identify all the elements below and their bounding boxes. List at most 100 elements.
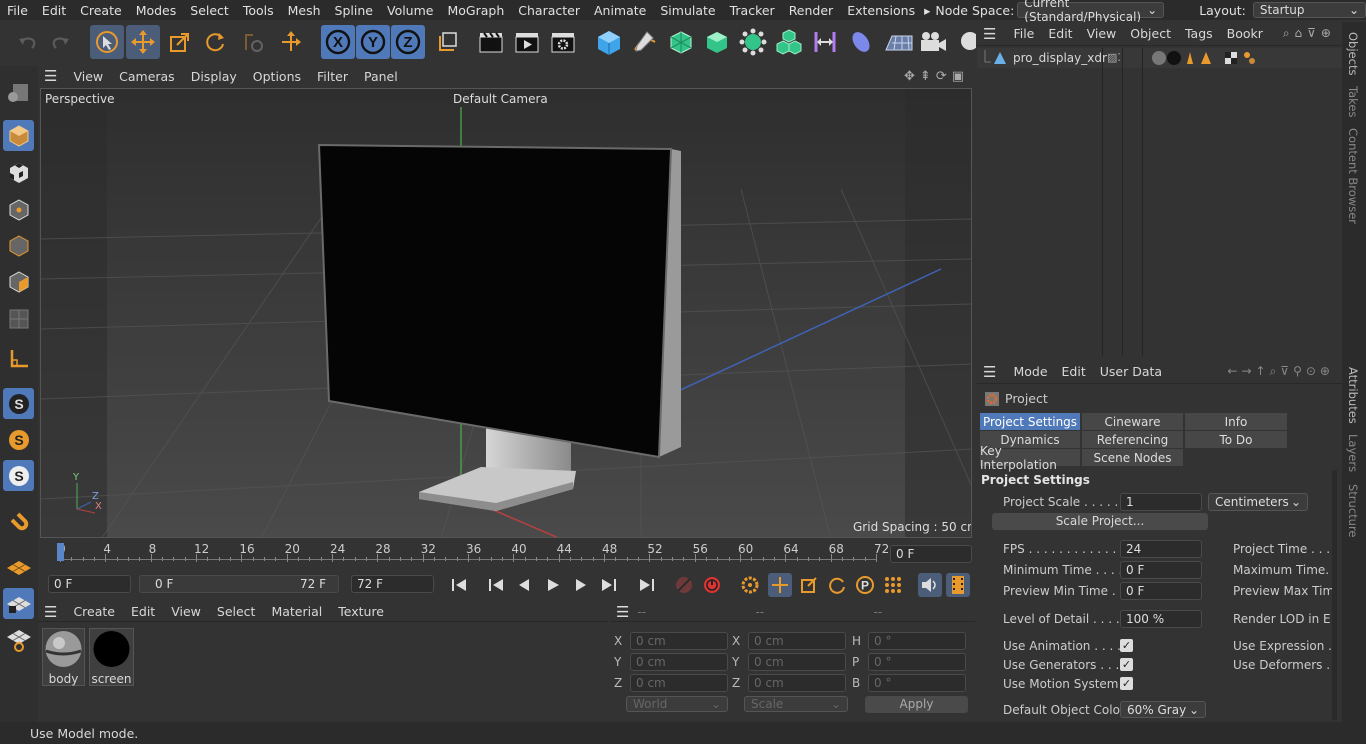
material-menu-view[interactable]: View	[163, 604, 209, 619]
polygon-mode-button[interactable]	[3, 266, 34, 297]
select-tool-button[interactable]	[90, 25, 124, 59]
use-generators-checkbox[interactable]: ✓	[1120, 658, 1133, 671]
light-button[interactable]	[952, 25, 976, 59]
goto-end-button[interactable]	[635, 573, 659, 597]
world-dropdown[interactable]: World ⌄	[626, 696, 728, 712]
record-disabled-button[interactable]	[672, 573, 696, 597]
viewport-nav-icons[interactable]: ✥⇞⟳▣	[904, 69, 975, 84]
menu-animate[interactable]: Animate	[587, 3, 653, 18]
coord-value-field[interactable]: 0 cm	[630, 653, 728, 671]
lock-workplane-button[interactable]	[3, 588, 34, 619]
viewport-3d[interactable]: Perspective Default Camera Grid Spacing …	[40, 88, 972, 538]
hamburger-icon[interactable]: ☰	[38, 603, 65, 621]
object-menu-edit[interactable]: Edit	[1041, 26, 1079, 41]
lod-field[interactable]: 100 %	[1120, 610, 1202, 628]
units-dropdown[interactable]: Centimeters ⌄	[1208, 493, 1308, 511]
move-tool-button[interactable]	[126, 25, 160, 59]
render-picture-viewer-button[interactable]	[510, 25, 544, 59]
next-key-button[interactable]	[597, 573, 621, 597]
pen-spline-button[interactable]	[628, 25, 662, 59]
attr-scrollbar[interactable]	[1332, 470, 1337, 720]
apply-button[interactable]: Apply	[865, 696, 968, 713]
tab-takes[interactable]: Takes	[1346, 86, 1360, 118]
viewport-menu-view[interactable]: View	[65, 69, 111, 84]
autokey-button[interactable]	[700, 573, 724, 597]
coord-value-field[interactable]: 0 °	[868, 674, 966, 692]
fps-field[interactable]: 24	[1120, 540, 1202, 558]
render-view-button[interactable]	[474, 25, 508, 59]
align-workplane-button[interactable]	[3, 624, 34, 655]
coordinate-system-button[interactable]	[431, 25, 465, 59]
object-menu-view[interactable]: View	[1080, 26, 1124, 41]
object-menu-bookr[interactable]: Bookr	[1220, 26, 1270, 41]
texture-mode-button[interactable]	[3, 157, 34, 188]
coord-value-field[interactable]: 0 cm	[630, 674, 728, 692]
coord-value-field[interactable]: 0 cm	[748, 653, 846, 671]
scale-dropdown[interactable]: Scale ⌄	[744, 696, 848, 712]
coord-value-field[interactable]: 0 cm	[748, 674, 846, 692]
tab-attributes[interactable]: Attributes	[1346, 367, 1360, 424]
viewport-menu-display[interactable]: Display	[183, 69, 245, 84]
axis-x-button[interactable]: X	[321, 25, 355, 59]
hamburger-icon[interactable]: ☰	[610, 603, 637, 621]
edge-mode-button[interactable]	[3, 230, 34, 261]
menu-simulate[interactable]: Simulate	[653, 3, 722, 18]
redo-button[interactable]	[44, 25, 78, 59]
tab-referencing[interactable]: Referencing	[1082, 431, 1183, 448]
scale-project-button[interactable]: Scale Project...	[992, 513, 1208, 530]
axis-z-button[interactable]: Z	[391, 25, 425, 59]
camera-label[interactable]: Default Camera	[453, 92, 548, 106]
menu-file[interactable]: File	[0, 3, 35, 18]
menu-modes[interactable]: Modes	[129, 3, 184, 18]
coord-tool-button[interactable]	[274, 25, 308, 59]
coord-value-field[interactable]: 0 cm	[748, 632, 846, 650]
key-pla-button[interactable]	[881, 573, 905, 597]
object-tags[interactable]	[1152, 48, 1262, 68]
use-animation-checkbox[interactable]: ✓	[1120, 639, 1133, 652]
start-frame-field[interactable]: 0 F	[48, 575, 131, 593]
subdivision-button[interactable]	[664, 25, 698, 59]
tab-scene-nodes[interactable]: Scene Nodes	[1082, 449, 1183, 466]
key-all-button[interactable]	[738, 573, 762, 597]
tab-cineware[interactable]: Cineware	[1082, 413, 1183, 430]
menu-mesh[interactable]: Mesh	[281, 3, 328, 18]
mograph-button[interactable]	[772, 25, 806, 59]
goto-start-button[interactable]	[447, 573, 471, 597]
field-button[interactable]	[844, 25, 878, 59]
undo-button[interactable]	[10, 25, 44, 59]
camera-button[interactable]	[916, 25, 950, 59]
coord-value-field[interactable]: 0 °	[868, 632, 966, 650]
axis-y-button[interactable]: Y	[356, 25, 390, 59]
viewport-menu-options[interactable]: Options	[245, 69, 309, 84]
key-rotation-button[interactable]	[825, 573, 849, 597]
material-menu-select[interactable]: Select	[209, 604, 264, 619]
cloner-button[interactable]	[736, 25, 770, 59]
point-mode-button[interactable]	[3, 194, 34, 225]
sound-button[interactable]	[918, 573, 942, 597]
tab-objects[interactable]: Objects	[1346, 32, 1360, 75]
menu-tools[interactable]: Tools	[236, 3, 281, 18]
material-body[interactable]: body	[42, 628, 85, 686]
transform-tool-button[interactable]	[236, 25, 270, 59]
tab-project-settings[interactable]: Project Settings	[980, 413, 1080, 430]
node-space-dropdown[interactable]: Current (Standard/Physical) ⌄	[1017, 0, 1165, 24]
menu-tracker[interactable]: Tracker	[723, 3, 782, 18]
snap-settings-button[interactable]: S	[3, 424, 34, 455]
visibility-toggle-icon[interactable]: ▨⁚	[1107, 51, 1121, 64]
min-time-field[interactable]: 0 F	[1120, 561, 1202, 579]
next-frame-button[interactable]	[569, 573, 593, 597]
make-editable-button[interactable]	[3, 76, 34, 107]
menu-extensions[interactable]: Extensions	[840, 3, 922, 18]
key-parameter-button[interactable]: P	[853, 573, 877, 597]
viewport-menu-panel[interactable]: Panel	[356, 69, 406, 84]
hamburger-icon[interactable]: ☰	[977, 25, 1006, 43]
floor-button[interactable]	[882, 25, 916, 59]
hamburger-icon[interactable]: ☰	[977, 363, 1006, 381]
default-color-dropdown[interactable]: 60% Gray ⌄	[1120, 701, 1206, 718]
material-screen[interactable]: screen	[89, 628, 134, 686]
attr-menu-edit[interactable]: Edit	[1055, 364, 1093, 379]
menu-character[interactable]: Character	[511, 3, 587, 18]
viewport-menu-cameras[interactable]: Cameras	[111, 69, 183, 84]
project-scale-field[interactable]: 1	[1120, 493, 1202, 511]
preview-min-field[interactable]: 0 F	[1120, 582, 1202, 600]
